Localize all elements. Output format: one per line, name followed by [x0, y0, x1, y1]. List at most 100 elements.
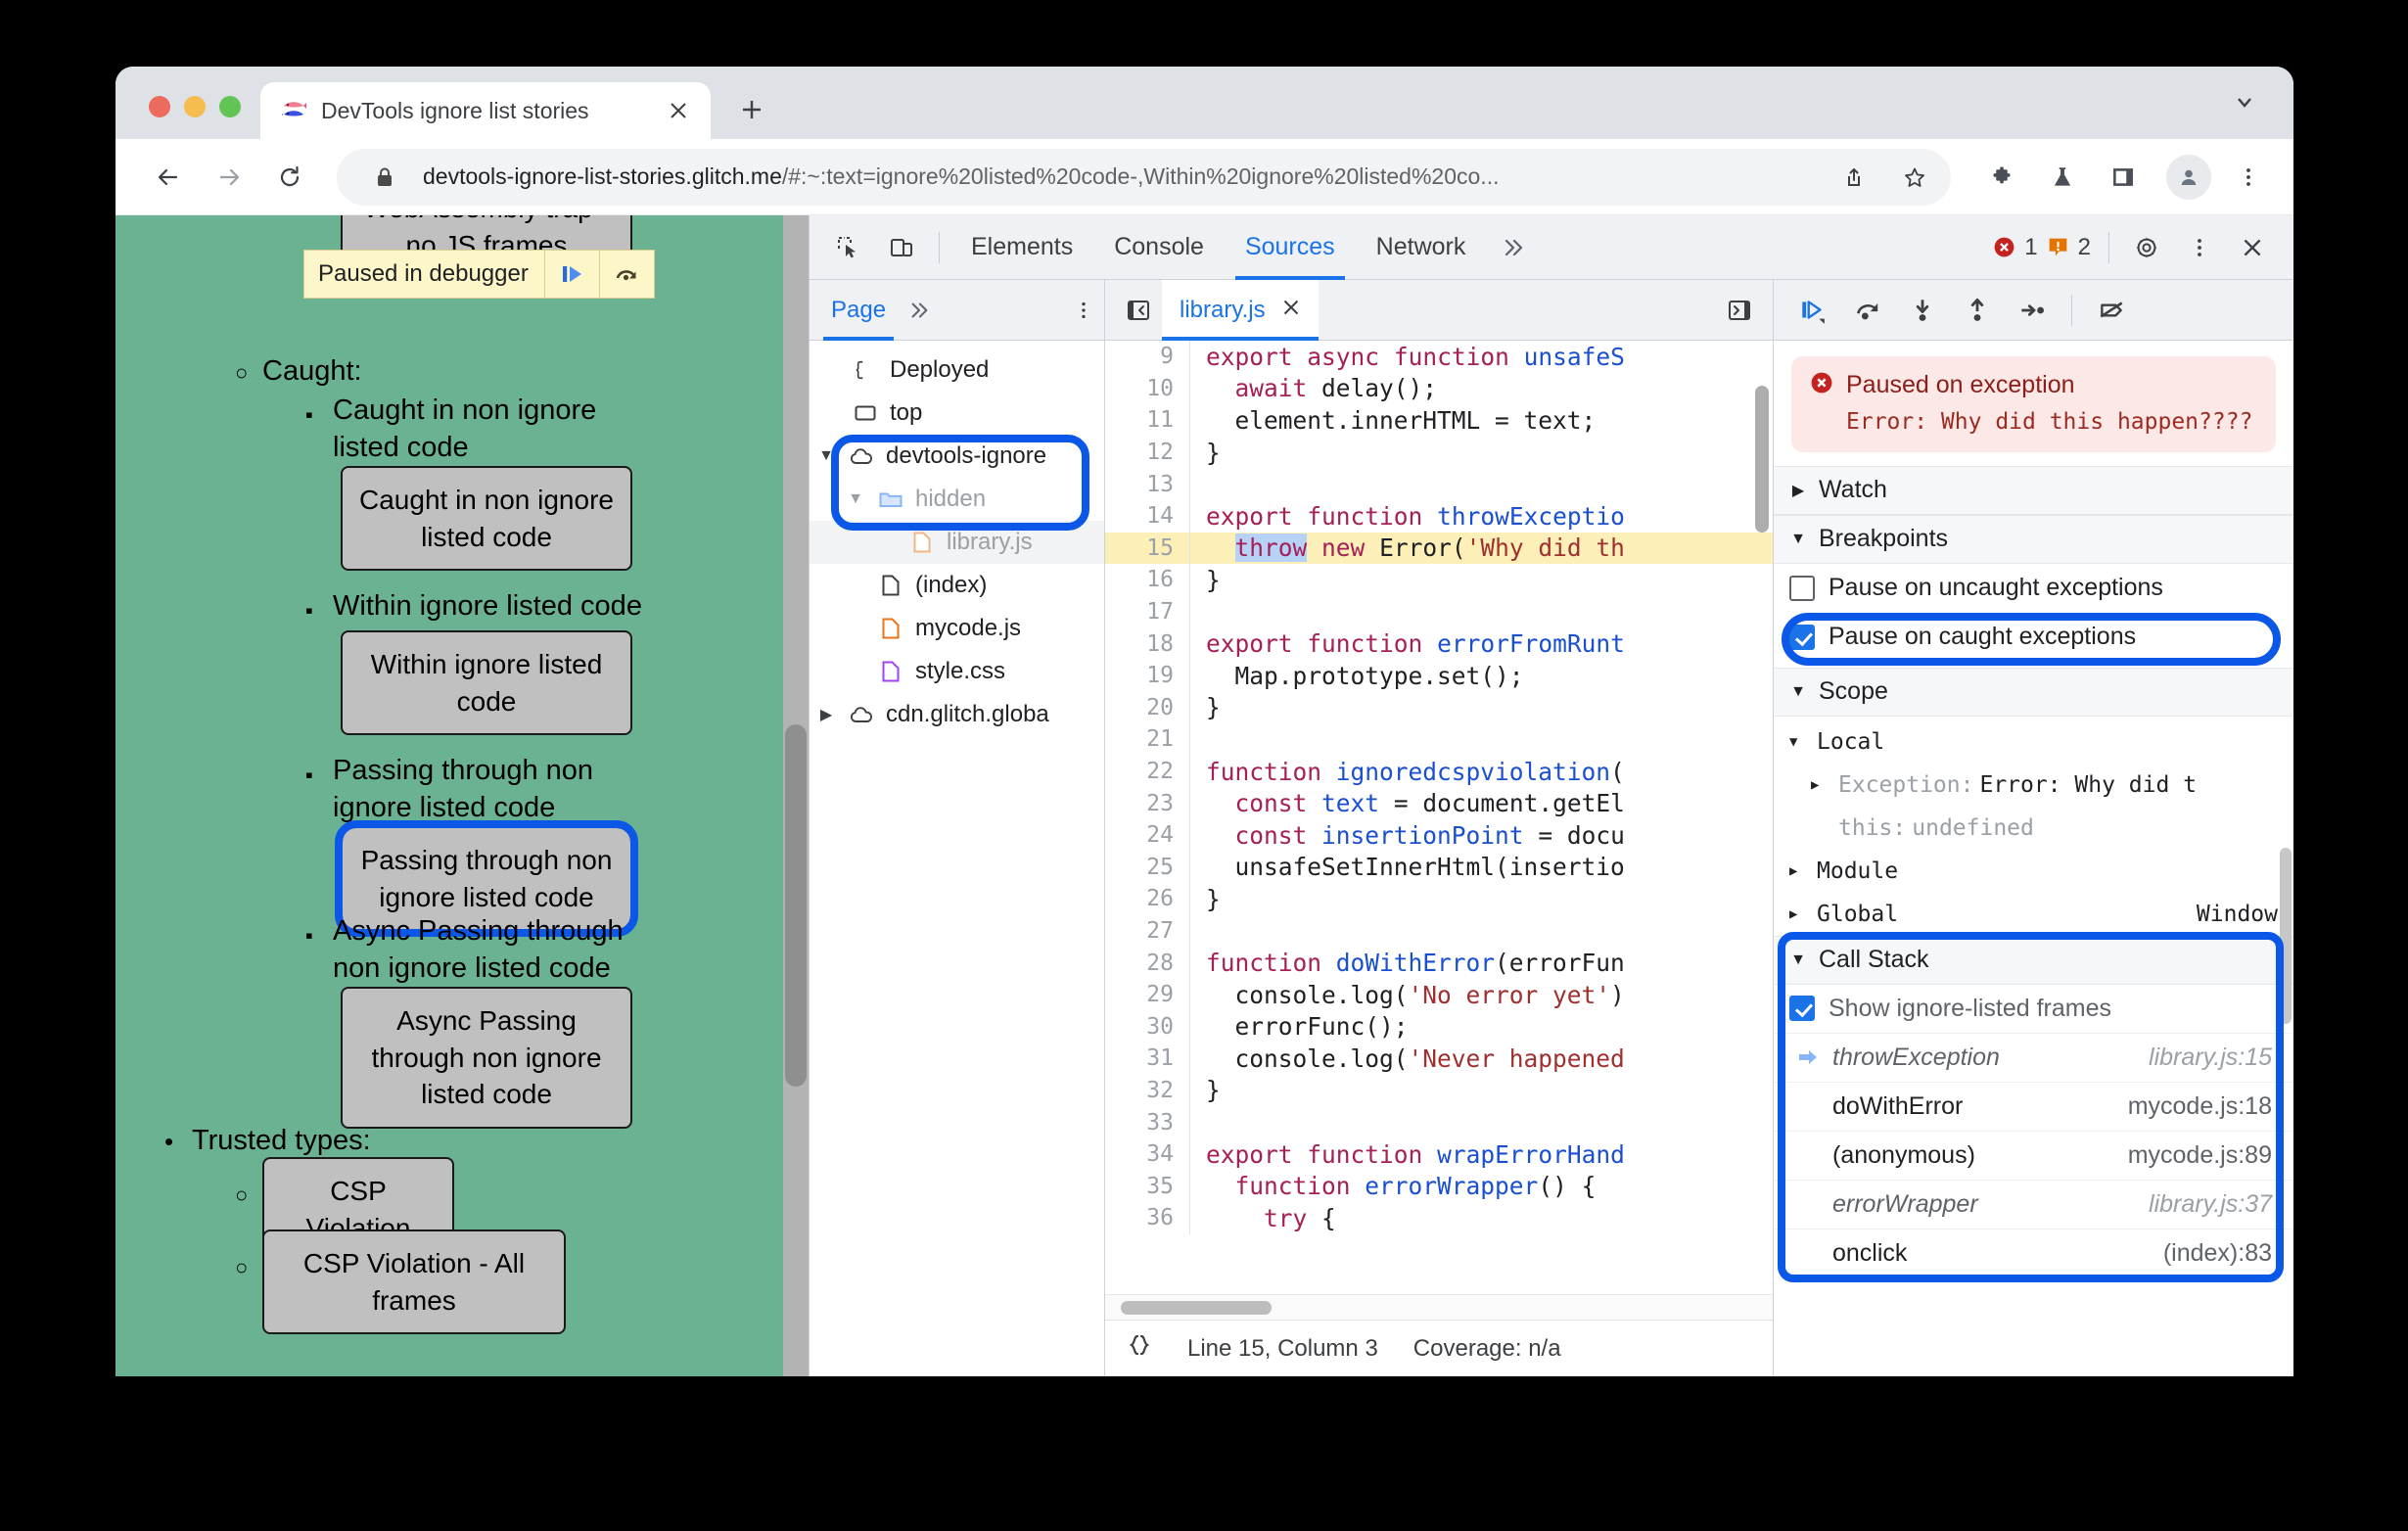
code-line-source[interactable]: function errorWrapper() { [1189, 1170, 1773, 1203]
line-number[interactable]: 12 [1105, 440, 1189, 465]
section-call-stack[interactable]: ▼ Call Stack [1774, 935, 2293, 985]
code-line[interactable]: 10 await delay(); [1105, 372, 1773, 405]
line-number[interactable]: 24 [1105, 822, 1189, 848]
line-number[interactable]: 34 [1105, 1141, 1189, 1167]
chevron-right-icon[interactable]: ▶ [1789, 863, 1807, 879]
code-line-source[interactable]: const insertionPoint = docu [1189, 818, 1773, 852]
page-box-within-ignore[interactable]: Within ignore listed code [341, 630, 632, 736]
reload-icon[interactable] [262, 150, 317, 205]
browser-menu-icon[interactable] [2225, 154, 2272, 201]
pause-on-caught-checkbox[interactable] [1789, 624, 1815, 650]
code-line-source[interactable]: function doWithError (errorFun [1189, 947, 1773, 979]
devtools-menu-icon[interactable] [2174, 222, 2225, 273]
code-line-source[interactable]: } [1189, 564, 1773, 596]
line-number[interactable]: 36 [1105, 1205, 1189, 1230]
code-line[interactable]: 20} [1105, 691, 1773, 724]
resume-script-icon[interactable] [1787, 285, 1838, 336]
show-ignore-listed-frames-checkbox[interactable] [1789, 996, 1815, 1022]
show-ignore-listed-frames-row[interactable]: Show ignore-listed frames [1774, 985, 2293, 1034]
code-line-source[interactable]: Map.prototype.set(); [1189, 659, 1773, 692]
line-number[interactable]: 16 [1105, 567, 1189, 592]
code-hscroll-thumb[interactable] [1121, 1300, 1272, 1315]
code-line-source[interactable]: errorFunc(); [1189, 1010, 1773, 1044]
code-line[interactable]: 25 unsafeSetInnerHtml(insertio [1105, 851, 1773, 884]
tree-item-devtools-ignore-domain[interactable]: ▼ devtools-ignore [810, 435, 1104, 478]
chevron-right-icon[interactable]: ▶ [1811, 777, 1829, 793]
code-horizontal-scrollbar[interactable] [1105, 1294, 1773, 1320]
line-number[interactable]: 26 [1105, 886, 1189, 911]
share-icon[interactable] [1831, 155, 1876, 200]
code-line[interactable]: 35 function errorWrapper() { [1105, 1170, 1773, 1203]
code-line[interactable]: 17 [1105, 595, 1773, 628]
tree-item-top[interactable]: top [810, 392, 1104, 435]
step-icon[interactable] [2007, 285, 2058, 336]
code-line-source[interactable] [1189, 723, 1773, 756]
page-box-caught-non-ignore[interactable]: Caught in non ignore listed code [341, 466, 632, 572]
code-line[interactable]: 16} [1105, 564, 1773, 596]
code-line-source[interactable]: throw new Error('Why did th [1189, 532, 1773, 565]
line-number[interactable]: 23 [1105, 791, 1189, 816]
line-number[interactable]: 29 [1105, 982, 1189, 1007]
tab-sources[interactable]: Sources [1226, 215, 1355, 280]
tree-item-hidden-folder[interactable]: ▼ hidden [810, 478, 1104, 521]
more-tabs-icon[interactable] [1487, 235, 1540, 260]
minimize-window-button[interactable] [184, 96, 206, 117]
back-arrow-icon[interactable] [141, 150, 196, 205]
line-number[interactable]: 21 [1105, 726, 1189, 752]
chevron-down-icon[interactable]: ▼ [1789, 683, 1807, 701]
chevron-down-icon[interactable]: ▼ [1789, 531, 1807, 548]
chevron-down-icon[interactable]: ▼ [845, 490, 866, 508]
code-line[interactable]: 26} [1105, 883, 1773, 915]
code-line[interactable]: 22 function ignoredcspviolation( [1105, 755, 1773, 788]
code-line-source[interactable]: export function wrapErrorHand [1189, 1137, 1773, 1171]
page-scrollbar-thumb[interactable] [785, 724, 807, 1087]
section-scope[interactable]: ▼ Scope [1774, 667, 2293, 717]
code-line[interactable]: 24 const insertionPoint = docu [1105, 818, 1773, 852]
chevron-down-icon[interactable]: ▼ [815, 447, 837, 465]
pause-on-caught-exceptions-row[interactable]: Pause on caught exceptions [1774, 613, 2293, 662]
expand-debugger-icon[interactable] [1716, 287, 1763, 334]
code-line[interactable]: 15 throw new Error('Why did th [1105, 532, 1773, 565]
error-count-badge[interactable]: 1 [1992, 234, 2038, 261]
page-box-csp-violation-all-frames[interactable]: CSP Violation - All frames [262, 1229, 566, 1335]
code-line[interactable]: 11 element.innerHTML = text; [1105, 404, 1773, 437]
scope-row-this[interactable]: this: undefined [1774, 807, 2293, 850]
line-number[interactable]: 15 [1105, 535, 1189, 561]
step-out-icon[interactable] [1952, 285, 2003, 336]
tree-item-index[interactable]: (index) [810, 564, 1104, 607]
code-line[interactable]: 12} [1105, 436, 1773, 469]
device-toolbar-icon[interactable] [876, 222, 927, 273]
navigator-menu-icon[interactable] [1073, 300, 1094, 321]
code-line[interactable]: 13 [1105, 468, 1773, 500]
tree-item-deployed[interactable]: Deployed [810, 348, 1104, 392]
code-line[interactable]: 19 Map.prototype.set(); [1105, 659, 1773, 692]
code-line[interactable]: 29 console.log('No error yet') [1105, 978, 1773, 1011]
settings-gear-icon[interactable] [2121, 222, 2172, 273]
code-line-source[interactable]: export async function unsafeS [1189, 341, 1773, 373]
line-number[interactable]: 33 [1105, 1110, 1189, 1136]
code-line[interactable]: 34 export function wrapErrorHand [1105, 1137, 1773, 1171]
step-into-icon[interactable] [1897, 285, 1948, 336]
star-icon[interactable] [1892, 155, 1937, 200]
inspect-element-icon[interactable] [823, 222, 874, 273]
code-line-source[interactable]: console.log('No error yet') [1189, 978, 1773, 1011]
code-line[interactable]: 14 export function throwExceptio [1105, 499, 1773, 533]
pause-on-uncaught-exceptions-row[interactable]: Pause on uncaught exceptions [1774, 564, 2293, 613]
code-line[interactable]: 21 [1105, 723, 1773, 756]
pretty-print-icon[interactable] [1127, 1332, 1152, 1365]
code-line[interactable]: 33 [1105, 1106, 1773, 1138]
scope-row-exception[interactable]: ▶ Exception: Error: Why did t [1774, 764, 2293, 807]
section-breakpoints[interactable]: ▼ Breakpoints [1774, 514, 2293, 564]
warning-count-badge[interactable]: 2 [2046, 234, 2091, 261]
line-number[interactable]: 18 [1105, 631, 1189, 657]
code-line-source[interactable]: } [1189, 691, 1773, 724]
chevron-right-icon[interactable]: ▶ [1789, 481, 1807, 500]
code-line[interactable]: 28 function doWithError (errorFun [1105, 947, 1773, 979]
step-over-icon[interactable] [598, 251, 654, 298]
code-line-source[interactable]: unsafeSetInnerHtml(insertio [1189, 851, 1773, 884]
line-number[interactable]: 19 [1105, 663, 1189, 688]
call-stack-frame-throwexception[interactable]: throwException library.js:15 [1774, 1034, 2293, 1083]
chevron-down-icon[interactable]: ▼ [1789, 734, 1807, 750]
line-number[interactable]: 32 [1105, 1078, 1189, 1103]
line-number[interactable]: 25 [1105, 855, 1189, 880]
